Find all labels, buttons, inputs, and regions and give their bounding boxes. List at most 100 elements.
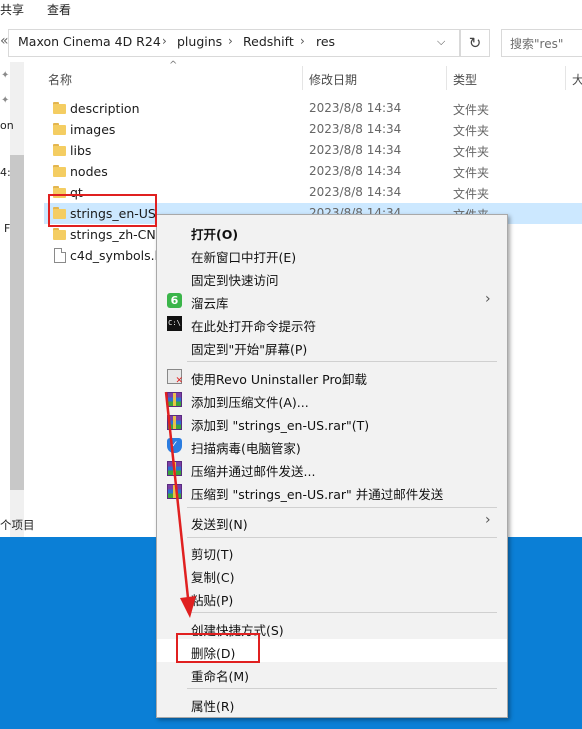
breadcrumb-overflow-icon[interactable]: « [0,33,9,49]
annotation-box-selected-folder [48,194,157,227]
winrar-icon [167,484,182,499]
menu-item-copy[interactable]: 复制(C) [157,563,507,586]
menu-item-add-archive[interactable]: 添加到压缩文件(A)... [157,388,507,411]
folder-icon [53,144,66,156]
file-date: 2023/8/8 14:34 [309,101,402,115]
column-header-date[interactable]: 修改日期 [309,71,357,88]
menu-item-label: 剪切(T) [191,547,234,562]
column-header-name[interactable]: 名称 [48,71,72,88]
file-name: c4d_symbols.h [70,248,163,263]
menu-item-send-to[interactable]: 发送到(N) › [157,510,507,533]
menu-item-label: 使用Revo Uninstaller Pro卸载 [191,372,367,387]
file-date: 2023/8/8 14:34 [309,143,402,157]
menu-separator [187,612,497,613]
submenu-arrow-icon: › [485,291,491,307]
column-divider[interactable] [302,66,303,90]
item-count-status: 个项目 [0,518,35,532]
file-name: strings_zh-CN [70,227,156,242]
file-type: 文件夹 [453,124,490,138]
navigation-scrollbar-thumb[interactable] [10,155,24,490]
ribbon: 共享 查看 [0,0,582,22]
column-divider[interactable] [446,66,447,90]
file-type: 文件夹 [453,166,490,180]
winrar-icon [167,392,182,407]
menu-item-open-cmd[interactable]: C:\ 在此处打开命令提示符 [157,312,507,335]
menu-item-pin-quick-access[interactable]: 固定到快速访问 [157,266,507,289]
menu-item-label: 扫描病毒(电脑管家) [191,441,301,456]
breadcrumb-separator-icon[interactable]: › [162,34,167,48]
menu-item-label: 固定到快速访问 [191,273,279,288]
refresh-button[interactable]: ↻ [460,29,490,57]
column-divider[interactable] [565,66,566,90]
breadcrumb-separator-icon[interactable]: › [300,34,305,48]
file-row[interactable]: libs 2023/8/8 14:34 文件夹 [44,140,582,161]
file-date: 2023/8/8 14:34 [309,122,402,136]
breadcrumb-plugins[interactable]: plugins [177,34,222,49]
file-row[interactable]: description 2023/8/8 14:34 文件夹 [44,98,582,119]
menu-item-label: 固定到"开始"屏幕(P) [191,342,308,357]
revo-uninstaller-icon [167,369,183,386]
nav-item-label[interactable]: 4: [0,166,11,179]
menu-item-label: 复制(C) [191,570,235,585]
liuyunku-icon: 6 [167,293,182,308]
folder-icon [53,228,66,240]
menu-item-rename[interactable]: 重命名(M) [157,662,507,685]
ribbon-tab-view[interactable]: 查看 [47,1,71,18]
menu-item-properties[interactable]: 属性(R) [157,692,507,715]
menu-item-label: 在此处打开命令提示符 [191,319,317,334]
winrar-icon [167,461,182,476]
ribbon-tab-share[interactable]: 共享 [0,1,24,18]
folder-icon [53,123,66,135]
menu-item-scan-virus[interactable]: ✓ 扫描病毒(电脑管家) [157,434,507,457]
nav-item-label[interactable]: F [4,222,10,235]
shield-icon: ✓ [167,438,182,453]
menu-separator [187,537,497,538]
menu-item-label: 发送到(N) [191,517,248,532]
file-date: 2023/8/8 14:34 [309,164,402,178]
column-header-type[interactable]: 类型 [453,71,477,88]
file-row[interactable]: images 2023/8/8 14:34 文件夹 [44,119,582,140]
menu-item-compress-rar-email[interactable]: 压缩到 "strings_en-US.rar" 并通过邮件发送 [157,480,507,503]
file-name: libs [70,143,92,158]
menu-separator [187,688,497,689]
menu-item-cut[interactable]: 剪切(T) [157,540,507,563]
menu-item-pin-start[interactable]: 固定到"开始"屏幕(P) [157,335,507,358]
menu-item-open-new-window[interactable]: 在新窗口中打开(E) [157,243,507,266]
sort-ascending-icon: ^ [169,60,178,71]
submenu-arrow-icon: › [485,512,491,528]
menu-item-liuyunku[interactable]: 6 溜云库 › [157,289,507,312]
breadcrumb-redshift[interactable]: Redshift [243,34,294,49]
file-row[interactable]: nodes 2023/8/8 14:34 文件夹 [44,161,582,182]
file-icon [54,248,66,263]
breadcrumb-res[interactable]: res [316,34,335,49]
menu-item-label: 添加到压缩文件(A)... [191,395,309,410]
winrar-icon [167,415,182,430]
file-name: description [70,101,140,116]
breadcrumb-maxon[interactable]: Maxon Cinema 4D R24 [18,34,161,49]
file-type: 文件夹 [453,145,490,159]
file-name: nodes [70,164,108,179]
breadcrumb-separator-icon[interactable]: › [228,34,233,48]
menu-item-label: 属性(R) [191,699,235,714]
pin-icon: ✦ [1,70,10,81]
nav-item-label[interactable]: on [0,119,14,132]
column-header-size[interactable]: 大 [572,71,582,88]
menu-item-add-to-rar[interactable]: 添加到 "strings_en-US.rar"(T) [157,411,507,434]
menu-item-label: 添加到 "strings_en-US.rar"(T) [191,418,370,433]
file-name: images [70,122,116,137]
folder-icon [53,102,66,114]
annotation-box-delete [176,633,260,663]
menu-item-paste[interactable]: 粘贴(P) [157,586,507,609]
file-date: 2023/8/8 14:34 [309,185,402,199]
menu-item-compress-email[interactable]: 压缩并通过邮件发送... [157,457,507,480]
menu-item-revo-uninstall[interactable]: 使用Revo Uninstaller Pro卸载 [157,365,507,388]
menu-separator [187,507,497,508]
menu-item-label: 在新窗口中打开(E) [191,250,297,265]
menu-separator [187,361,497,362]
address-dropdown-icon[interactable]: ⌵ [437,35,445,49]
search-placeholder: 搜索"res" [510,37,564,51]
menu-item-open[interactable]: 打开(O) [157,220,507,243]
menu-item-label: 压缩到 "strings_en-US.rar" 并通过邮件发送 [191,487,444,502]
menu-item-label: 压缩并通过邮件发送... [191,464,316,479]
menu-item-label: 打开(O) [191,227,239,242]
